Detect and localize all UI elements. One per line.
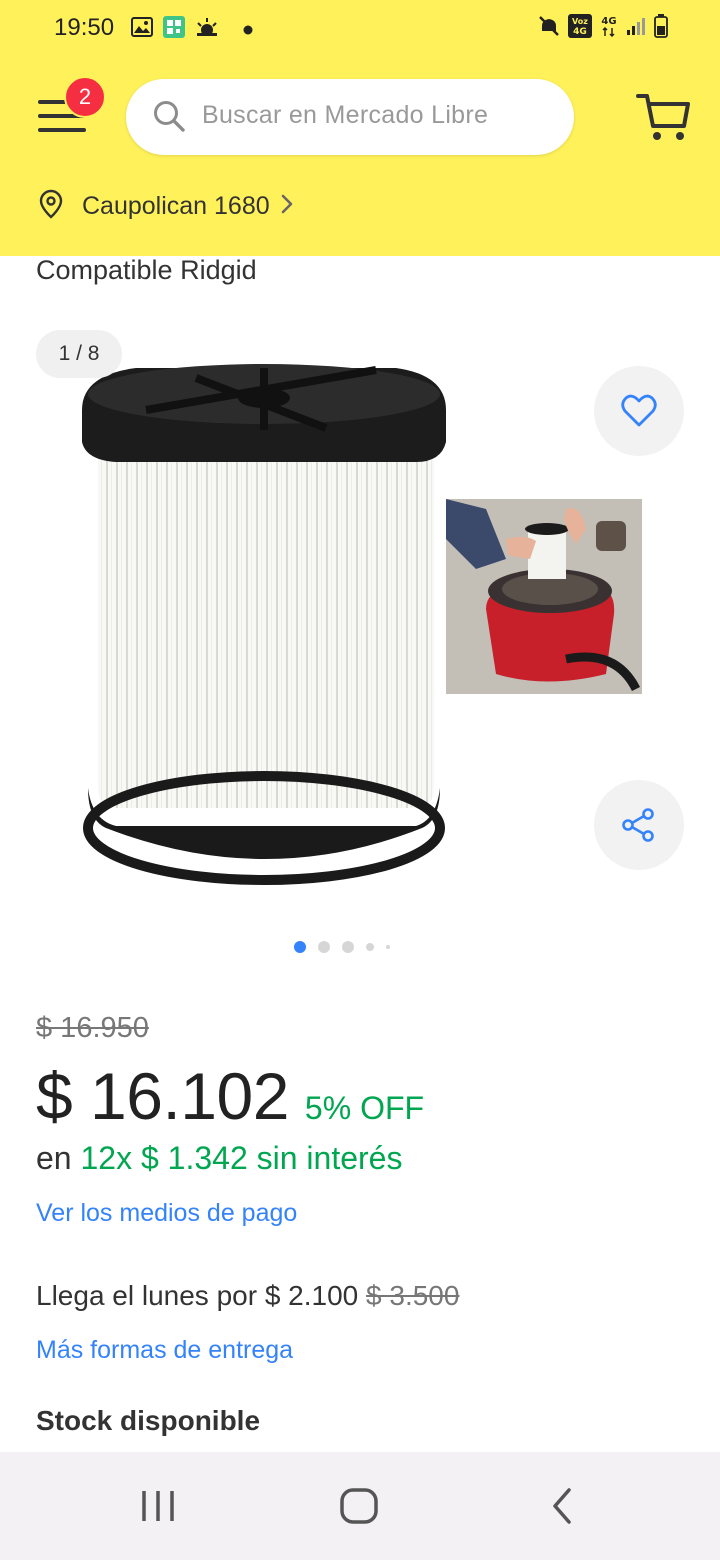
battery-icon — [654, 14, 668, 42]
recent-apps-button[interactable] — [128, 1478, 188, 1534]
notification-badge: 2 — [64, 76, 106, 118]
image-icon — [131, 17, 153, 41]
product-title: Compatible Ridgid — [36, 255, 257, 285]
search-placeholder: Buscar en Mercado Libre — [202, 101, 489, 129]
home-icon — [340, 1488, 378, 1524]
gallery-dot[interactable] — [386, 945, 390, 949]
status-time: 19:50 — [54, 14, 115, 41]
search-input[interactable]: Buscar en Mercado Libre — [126, 79, 574, 155]
gallery-dot[interactable] — [342, 941, 354, 953]
weather-icon — [195, 17, 219, 41]
status-bar: 19:50 Voz 4G 4G — [0, 0, 720, 56]
svg-text:4G: 4G — [573, 27, 587, 37]
delivery-info: Llega el lunes por $ 2.100 $ 3.500 — [36, 1280, 459, 1312]
installments-info: en 12x $ 1.342 sin interés — [36, 1140, 402, 1177]
discount-label: 5% OFF — [304, 1090, 425, 1126]
share-button[interactable] — [594, 780, 684, 870]
recent-apps-icon — [142, 1491, 174, 1521]
status-right-icons: Voz 4G 4G — [538, 14, 668, 42]
installments-value: 12x $ 1.342 sin interés — [80, 1140, 403, 1176]
installments-prefix: en — [36, 1140, 72, 1176]
delivery-text: Llega el lunes por $ 2.100 — [36, 1280, 359, 1311]
location-text: Caupolican 1680 — [82, 191, 270, 220]
home-button[interactable] — [329, 1478, 389, 1534]
status-left-icons — [131, 16, 253, 42]
dot-icon — [243, 20, 253, 39]
cart-icon — [636, 94, 690, 140]
network-4g-icon: 4G — [600, 14, 618, 42]
image-counter: 1 / 8 — [36, 330, 122, 378]
stock-status: Stock disponible — [36, 1405, 261, 1436]
back-icon — [553, 1488, 571, 1524]
svg-text:4G: 4G — [601, 16, 616, 27]
product-thumbnail-image[interactable] — [446, 499, 642, 694]
product-main-image[interactable] — [76, 350, 450, 890]
chevron-right-icon — [280, 193, 294, 219]
favorite-button[interactable] — [594, 366, 684, 456]
volte-icon: Voz 4G — [568, 14, 592, 42]
current-price: $ 16.102 — [36, 1059, 289, 1133]
gallery-pagination — [294, 941, 390, 953]
cart-button[interactable] — [634, 90, 692, 144]
signal-icon — [626, 16, 646, 40]
mute-icon — [538, 15, 560, 41]
heart-icon — [621, 394, 657, 427]
gallery-dot[interactable] — [366, 943, 374, 951]
delivery-old-price: $ 3.500 — [366, 1280, 460, 1311]
gallery-dot-active[interactable] — [294, 941, 306, 953]
payment-methods-link[interactable]: Ver los medios de pago — [36, 1199, 297, 1228]
back-button[interactable] — [532, 1478, 592, 1534]
location-selector[interactable]: Caupolican 1680 — [36, 186, 294, 226]
system-nav-bar — [0, 1452, 720, 1560]
qr-icon — [163, 16, 185, 42]
gallery-dot[interactable] — [318, 941, 330, 953]
menu-icon-line — [38, 128, 86, 132]
location-pin-icon — [36, 189, 66, 223]
app-header: 19:50 Voz 4G 4G 2 Buscar en Mercado Libr… — [0, 0, 720, 256]
original-price: $ 16.950 — [36, 1012, 149, 1044]
share-icon — [622, 808, 654, 842]
svg-text:Voz: Voz — [572, 17, 588, 26]
search-icon — [152, 99, 186, 137]
delivery-options-link[interactable]: Más formas de entrega — [36, 1336, 293, 1365]
price-row: $ 16.102 5% OFF — [36, 1058, 424, 1134]
